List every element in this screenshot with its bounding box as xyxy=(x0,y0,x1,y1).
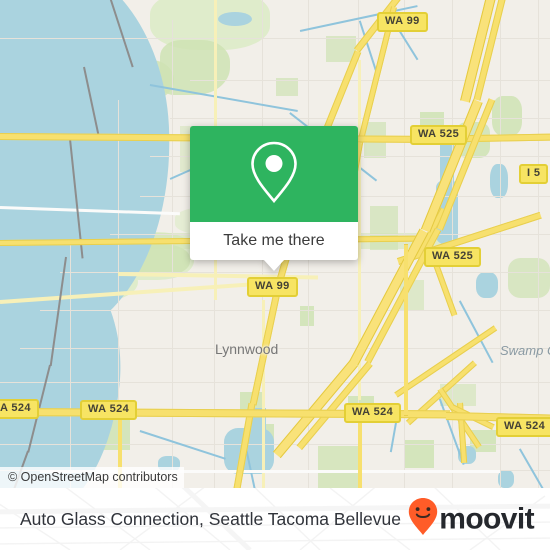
map-canvas[interactable]: Lynnwood Swamp C WA 99 WA 525 I 5 WA 525… xyxy=(0,0,550,488)
highway-shield-wa524-west[interactable]: WA 524 xyxy=(80,400,138,420)
callout-footer[interactable]: Take me there xyxy=(190,222,358,260)
highway-shield-wa524-west-edge[interactable]: A 524 xyxy=(0,399,39,419)
callout-pointer xyxy=(263,259,285,271)
map-pin-icon xyxy=(246,139,302,210)
highway-shield-wa525-north[interactable]: WA 525 xyxy=(410,125,468,145)
moovit-logo[interactable]: moovit xyxy=(408,498,535,541)
highway-shield-wa524-far-east[interactable]: WA 524 xyxy=(496,417,550,437)
place-label-lynnwood: Lynnwood xyxy=(215,341,279,357)
take-me-there-label: Take me there xyxy=(223,232,325,249)
moovit-wordmark: moovit xyxy=(439,502,534,535)
footer-bar: Auto Glass Connection, Seattle Tacoma Be… xyxy=(0,488,550,550)
water-label-swamp-creek: Swamp C xyxy=(500,343,550,358)
highway-shield-i5-north[interactable]: I 5 xyxy=(519,164,549,184)
highway-shield-wa99-north[interactable]: WA 99 xyxy=(377,12,428,32)
map-screenshot: Lynnwood Swamp C WA 99 WA 525 I 5 WA 525… xyxy=(0,0,550,550)
osm-attribution[interactable]: © OpenStreetMap contributors xyxy=(0,467,184,488)
moovit-pin-smiley-icon xyxy=(408,498,438,541)
location-title: Auto Glass Connection, Seattle Tacoma Be… xyxy=(20,508,402,529)
highway-shield-wa525-mid[interactable]: WA 525 xyxy=(424,247,482,267)
highway-shield-wa524-east[interactable]: WA 524 xyxy=(344,403,402,423)
callout-header xyxy=(190,126,358,222)
highway-shield-wa99-center[interactable]: WA 99 xyxy=(247,277,298,297)
take-me-there-callout[interactable]: Take me there xyxy=(190,126,358,271)
